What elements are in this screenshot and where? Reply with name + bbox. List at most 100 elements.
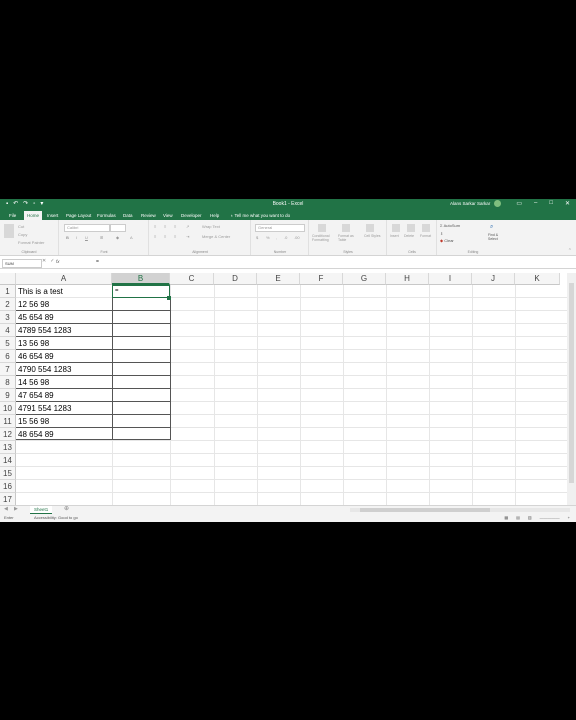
vertical-scroll-thumb[interactable] [569, 283, 574, 483]
row-header[interactable]: 15 [0, 467, 16, 480]
align-bottom-icon[interactable]: ≡ [174, 224, 176, 229]
active-cell-b1[interactable]: = [112, 285, 170, 298]
tab-view[interactable]: View [160, 211, 176, 220]
format-as-table-button[interactable]: Format as Table [338, 234, 360, 242]
insert-button[interactable]: Insert [390, 234, 399, 238]
row-header[interactable]: 2 [0, 298, 16, 311]
cell-a9[interactable]: 47 654 89 [18, 389, 54, 402]
insert-function-button[interactable]: fx [56, 259, 60, 264]
align-left-icon[interactable]: ≡ [154, 234, 156, 239]
autosum-button[interactable]: Σ AutoSum [440, 223, 460, 228]
cell-a3[interactable]: 45 654 89 [18, 311, 54, 324]
name-box[interactable]: SUM [2, 259, 42, 268]
column-header-j[interactable]: J [472, 273, 515, 285]
worksheet-grid[interactable]: A B C D E F G H I J K 1 2 3 4 5 6 7 8 9 … [0, 273, 576, 506]
fill-icon[interactable]: ⬇ [440, 231, 443, 236]
format-button[interactable]: Format [420, 234, 431, 238]
column-header-e[interactable]: E [257, 273, 300, 285]
merge-center-button[interactable]: Merge & Center [202, 234, 230, 239]
cell-a8[interactable]: 14 56 98 [18, 376, 49, 389]
page-layout-view-icon[interactable]: ▤ [516, 515, 520, 520]
row-header[interactable]: 9 [0, 389, 16, 402]
comma-icon[interactable]: , [276, 235, 277, 240]
collapse-ribbon-icon[interactable]: ⌃ [568, 248, 572, 254]
orientation-icon[interactable]: ↗ [186, 224, 189, 229]
format-cells-icon[interactable] [422, 224, 430, 232]
align-middle-icon[interactable]: ≡ [164, 224, 166, 229]
add-sheet-icon[interactable]: ⊕ [64, 506, 69, 513]
tab-home[interactable]: Home [24, 211, 43, 220]
font-name-select[interactable]: Calibri [64, 224, 110, 232]
underline-icon[interactable]: U [85, 235, 88, 240]
tab-help[interactable]: Help [207, 211, 222, 220]
format-as-table-icon[interactable] [342, 224, 350, 232]
maximize-icon[interactable]: □ [549, 200, 553, 207]
zoom-slider[interactable]: ————— [540, 515, 560, 520]
column-header-k[interactable]: K [515, 273, 560, 285]
minimize-icon[interactable]: – [534, 200, 537, 207]
row-header[interactable]: 8 [0, 376, 16, 389]
avatar[interactable] [494, 200, 501, 207]
horizontal-scrollbar[interactable] [350, 508, 570, 512]
cell-a11[interactable]: 15 56 98 [18, 415, 49, 428]
delete-button[interactable]: Delete [404, 234, 414, 238]
row-header[interactable]: 4 [0, 324, 16, 337]
insert-cells-icon[interactable] [392, 224, 400, 232]
tab-file[interactable]: File [6, 211, 19, 220]
format-painter-button[interactable]: Format Painter [18, 240, 44, 245]
tab-insert[interactable]: Insert [44, 211, 61, 220]
row-header[interactable]: 3 [0, 311, 16, 324]
cut-button[interactable]: Cut [18, 224, 24, 229]
cell-a2[interactable]: 12 56 98 [18, 298, 49, 311]
cell-styles-button[interactable]: Cell Styles [364, 234, 384, 238]
column-header-g[interactable]: G [343, 273, 386, 285]
row-header[interactable]: 14 [0, 454, 16, 467]
tab-review[interactable]: Review [138, 211, 159, 220]
cell-a6[interactable]: 46 654 89 [18, 350, 54, 363]
column-header-b[interactable]: B [112, 273, 170, 285]
column-header-a[interactable]: A [16, 273, 112, 285]
italic-icon[interactable]: I [76, 235, 77, 240]
tab-developer[interactable]: Developer [178, 211, 205, 220]
cell-styles-icon[interactable] [366, 224, 374, 232]
align-top-icon[interactable]: ≡ [154, 224, 156, 229]
column-header-d[interactable]: D [214, 273, 257, 285]
row-header[interactable]: 6 [0, 350, 16, 363]
ribbon-options-icon[interactable]: ▭ [516, 200, 522, 207]
next-sheet-icon[interactable]: ▶ [14, 506, 18, 512]
row-header[interactable]: 11 [0, 415, 16, 428]
tab-page-layout[interactable]: Page Layout [63, 211, 94, 220]
row-header[interactable]: 12 [0, 428, 16, 441]
increase-decimal-icon[interactable]: .0 [284, 235, 287, 240]
sheet-tab-sheet1[interactable]: Sheet1 [30, 506, 53, 514]
cell-a5[interactable]: 13 56 98 [18, 337, 49, 350]
decrease-decimal-icon[interactable]: .00 [294, 235, 300, 240]
vertical-scrollbar[interactable] [567, 273, 576, 505]
page-break-view-icon[interactable]: ▥ [528, 515, 532, 520]
delete-cells-icon[interactable] [407, 224, 415, 232]
column-header-f[interactable]: F [300, 273, 343, 285]
zoom-in-icon[interactable]: + [568, 515, 570, 520]
tab-formulas[interactable]: Formulas [94, 211, 119, 220]
cell-a7[interactable]: 4790 554 1283 [18, 363, 71, 376]
column-header-c[interactable]: C [170, 273, 214, 285]
font-size-select[interactable] [110, 224, 126, 232]
column-header-h[interactable]: H [386, 273, 429, 285]
column-header-i[interactable]: I [429, 273, 472, 285]
row-header[interactable]: 7 [0, 363, 16, 376]
align-center-icon[interactable]: ≡ [164, 234, 166, 239]
normal-view-icon[interactable]: ▦ [504, 515, 508, 520]
copy-button[interactable]: Copy [18, 232, 27, 237]
wrap-text-button[interactable]: Wrap Text [202, 224, 220, 229]
fill-handle[interactable] [167, 296, 171, 300]
number-format-select[interactable]: General [255, 224, 305, 232]
cell-a1[interactable]: This is a test [18, 285, 63, 298]
row-header[interactable]: 16 [0, 480, 16, 493]
currency-icon[interactable]: $ [256, 235, 258, 240]
tell-me-search[interactable]: ♁ Tell me what you want to do [230, 211, 290, 220]
tab-data[interactable]: Data [120, 211, 136, 220]
paste-icon[interactable] [4, 224, 14, 238]
cell-a10[interactable]: 4791 554 1283 [18, 402, 71, 415]
row-header[interactable]: 10 [0, 402, 16, 415]
cell-a4[interactable]: 4789 554 1283 [18, 324, 71, 337]
